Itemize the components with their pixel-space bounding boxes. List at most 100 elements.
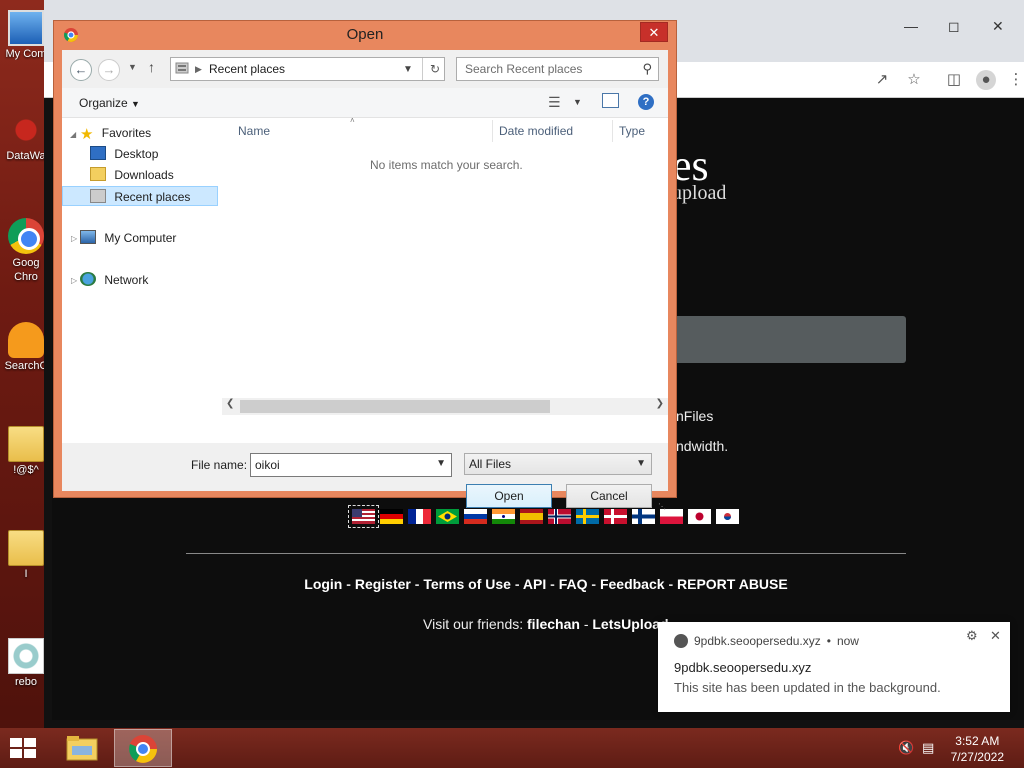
search-field[interactable]: Search Recent places ⚲ [456, 57, 659, 81]
link-api[interactable]: API [523, 576, 546, 592]
desktop-icon-label: rebo [14, 676, 38, 688]
star-icon: ★ [80, 126, 94, 143]
settings-gear-icon[interactable]: ⚙ [966, 628, 978, 644]
maximize-icon[interactable]: ◻ [948, 18, 960, 35]
language-flags [348, 505, 739, 528]
file-type-select[interactable]: All Files ▼ [464, 453, 652, 475]
minimize-icon[interactable]: — [904, 18, 918, 34]
flag-us-icon[interactable] [348, 505, 379, 528]
link-terms[interactable]: Terms of Use [423, 576, 511, 592]
share-icon[interactable]: ↗ [872, 70, 892, 90]
folder-icon [8, 426, 44, 462]
close-notification-icon[interactable]: ✕ [990, 628, 1001, 644]
address-bar[interactable]: ▶ Recent places ▼ [170, 57, 445, 81]
flag-se-icon[interactable] [576, 509, 599, 524]
flag-dk-icon[interactable] [604, 509, 627, 524]
scroll-thumb[interactable] [240, 400, 550, 413]
recent-places-icon [175, 61, 189, 78]
notification-message: This site has been updated in the backgr… [674, 680, 941, 695]
forward-arrow-icon[interactable]: → [98, 59, 120, 81]
tree-item-recent-places[interactable]: Recent places [62, 186, 218, 206]
file-name-value: oikoi [255, 458, 280, 472]
flag-ru-icon[interactable] [464, 509, 487, 524]
cancel-button[interactable]: Cancel [566, 484, 652, 508]
resize-grip-icon[interactable]: ⋱ [658, 502, 666, 511]
upload-box[interactable] [670, 316, 906, 363]
notification-toast[interactable]: 9pdbk.seoopersedu.xyz • now ⚙ ✕ 9pdbk.se… [658, 622, 1010, 712]
address-text: Recent places [209, 62, 286, 76]
scroll-left-icon[interactable]: ❮ [226, 398, 234, 409]
recent-locations-dropdown-icon[interactable]: ▼ [128, 62, 137, 72]
expanded-arrow-icon[interactable]: ◢ [70, 130, 76, 139]
organize-menu[interactable]: Organize ▼ [79, 96, 140, 110]
desktop-icon [90, 146, 106, 160]
network-status-icon[interactable]: ▤ [922, 740, 934, 756]
link-filechan[interactable]: filechan [527, 616, 580, 632]
computer-icon [8, 10, 44, 46]
preview-pane-icon[interactable] [602, 93, 619, 108]
dialog-close-button[interactable]: ✕ [640, 22, 668, 42]
refresh-icon[interactable]: ↻ [422, 58, 447, 80]
profile-avatar-icon[interactable]: ● [976, 70, 996, 90]
help-icon[interactable]: ? [638, 94, 654, 110]
notification-title: 9pdbk.seoopersedu.xyz [674, 660, 812, 675]
bookmark-star-icon[interactable]: ☆ [904, 70, 924, 90]
column-header-type[interactable]: Type [619, 124, 645, 138]
clock-time: 3:52 AM [955, 734, 1000, 748]
flag-no-icon[interactable] [548, 509, 571, 524]
flag-kr-icon[interactable] [716, 509, 739, 524]
flag-fr-icon[interactable] [408, 509, 431, 524]
chevron-down-icon[interactable]: ▼ [436, 458, 446, 469]
flag-pl-icon[interactable] [660, 509, 683, 524]
link-register[interactable]: Register [355, 576, 411, 592]
windows-start-icon[interactable] [8, 736, 38, 760]
collapsed-arrow-icon[interactable]: ▷ [71, 234, 77, 243]
taskbar-file-explorer[interactable] [54, 729, 112, 767]
collapsed-arrow-icon[interactable]: ▷ [71, 276, 77, 285]
flag-jp-icon[interactable] [688, 509, 711, 524]
horizontal-scrollbar[interactable]: ❮ ❯ [222, 398, 668, 415]
open-button[interactable]: Open [466, 484, 552, 508]
file-name-input[interactable]: oikoi ▼ [250, 453, 452, 477]
chevron-down-icon[interactable]: ▼ [573, 97, 582, 107]
file-list: ˄ Name Date modified Type No items match… [230, 116, 668, 418]
column-header-name[interactable]: Name [238, 124, 270, 138]
scroll-right-icon[interactable]: ❯ [656, 398, 664, 409]
flag-fi-icon[interactable] [632, 509, 655, 524]
view-options-icon[interactable]: ☰ [548, 94, 561, 111]
tree-item-desktop[interactable]: Desktop [90, 144, 216, 164]
tree-item-favorites[interactable]: ★ Favorites [80, 123, 210, 143]
link-login[interactable]: Login [304, 576, 342, 592]
clock-date: 7/27/2022 [950, 750, 1004, 764]
downloads-folder-icon [90, 167, 106, 181]
volume-muted-icon[interactable]: 🔇 [898, 740, 914, 756]
notification-time: now [836, 634, 859, 648]
folder-icon [66, 736, 98, 761]
info-line-1: nFiles [676, 408, 714, 424]
gear-icon [8, 638, 44, 674]
flag-br-icon[interactable] [436, 509, 459, 524]
more-menu-icon[interactable]: ⋮ [1006, 70, 1024, 90]
desktop-icon-label: Goog Chro [12, 257, 40, 283]
link-faq[interactable]: FAQ [559, 576, 588, 592]
flag-de-icon[interactable] [380, 509, 403, 524]
desktop-icon-label: DataWa [6, 150, 46, 162]
flag-in-icon[interactable] [492, 509, 515, 524]
system-clock[interactable]: 3:52 AM 7/27/2022 [951, 733, 1004, 765]
network-icon [80, 272, 96, 286]
chevron-down-icon[interactable]: ▼ [403, 64, 413, 75]
side-panel-icon[interactable]: ◫ [944, 70, 964, 90]
empty-message: No items match your search. [370, 158, 523, 172]
back-arrow-icon[interactable]: ← [70, 59, 92, 81]
tree-item-network[interactable]: Network [80, 270, 216, 290]
close-window-icon[interactable]: ✕ [992, 18, 1004, 35]
up-arrow-icon[interactable]: ↑ [148, 59, 155, 75]
link-report-abuse[interactable]: REPORT ABUSE [677, 576, 788, 592]
flag-es-icon[interactable] [520, 509, 543, 524]
taskbar-google-chrome[interactable] [114, 729, 172, 767]
tree-item-downloads[interactable]: Downloads [90, 165, 216, 185]
notification-site: 9pdbk.seoopersedu.xyz [694, 634, 821, 648]
tree-item-my-computer[interactable]: My Computer [80, 228, 216, 248]
link-feedback[interactable]: Feedback [600, 576, 665, 592]
column-header-date-modified[interactable]: Date modified [499, 124, 573, 138]
